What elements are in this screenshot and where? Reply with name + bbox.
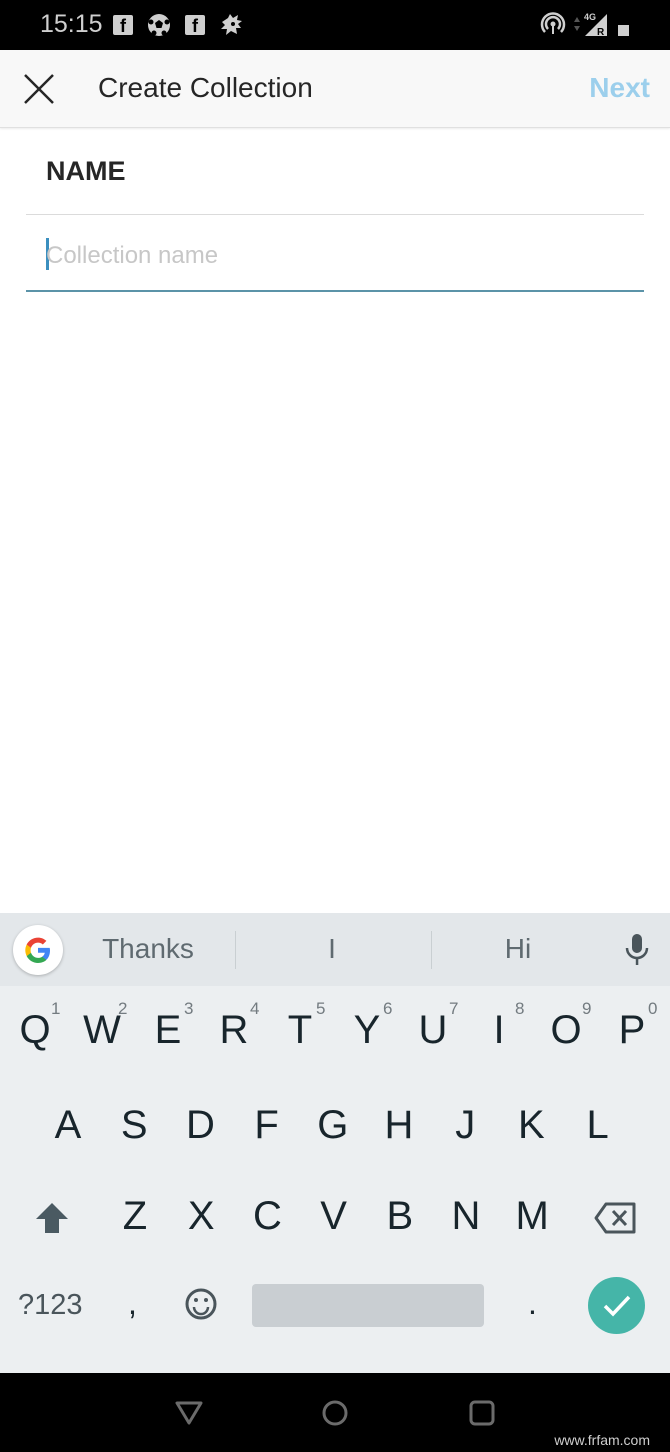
recents-icon bbox=[469, 1400, 495, 1426]
key-d[interactable]: D bbox=[170, 1103, 230, 1148]
comma-key[interactable]: , bbox=[128, 1285, 137, 1322]
suggestion-divider bbox=[235, 931, 236, 969]
checkmark-icon bbox=[603, 1295, 631, 1317]
key-m[interactable]: M bbox=[502, 1194, 562, 1239]
shift-key[interactable] bbox=[34, 1201, 70, 1240]
data-arrows-icon bbox=[573, 14, 581, 38]
key-hint-3: 3 bbox=[184, 999, 194, 1018]
suggestion-strip: Thanks I Hi bbox=[0, 913, 670, 986]
watermark: www.frfam.com bbox=[554, 1432, 650, 1448]
suggestion-2[interactable]: I bbox=[272, 933, 392, 965]
emoji-key[interactable] bbox=[184, 1287, 218, 1326]
key-a[interactable]: A bbox=[38, 1103, 98, 1148]
key-n[interactable]: N bbox=[436, 1194, 496, 1239]
backspace-icon bbox=[594, 1202, 636, 1234]
key-z[interactable]: Z bbox=[105, 1194, 165, 1239]
key-c[interactable]: C bbox=[237, 1194, 297, 1239]
app-bar: Create Collection Next bbox=[0, 50, 670, 128]
facebook-icon: f bbox=[185, 15, 205, 36]
home-button[interactable] bbox=[321, 1399, 349, 1432]
key-s[interactable]: S bbox=[104, 1103, 164, 1148]
back-button[interactable] bbox=[174, 1399, 204, 1432]
home-icon bbox=[322, 1400, 348, 1426]
next-button[interactable]: Next bbox=[589, 72, 650, 104]
shift-icon bbox=[36, 1203, 68, 1233]
space-bar[interactable] bbox=[252, 1284, 484, 1327]
key-h[interactable]: H bbox=[369, 1103, 429, 1148]
key-hint-5: 5 bbox=[316, 999, 326, 1018]
collection-name-input[interactable] bbox=[46, 234, 626, 278]
sonic-icon bbox=[218, 12, 244, 36]
google-logo-button[interactable] bbox=[13, 925, 63, 975]
signal-icon: 4G R bbox=[583, 10, 609, 38]
key-hint-2: 2 bbox=[118, 999, 128, 1018]
back-icon bbox=[175, 1401, 203, 1425]
backspace-key[interactable] bbox=[594, 1201, 638, 1240]
suggestion-1[interactable]: Thanks bbox=[88, 933, 208, 965]
collection-name-field[interactable] bbox=[26, 230, 644, 292]
page-title: Create Collection bbox=[98, 72, 313, 103]
recents-button[interactable] bbox=[468, 1399, 496, 1432]
enter-key[interactable] bbox=[588, 1277, 645, 1334]
facebook-icon: f bbox=[113, 15, 133, 36]
key-hint-9: 9 bbox=[582, 999, 592, 1018]
soccer-ball-icon bbox=[146, 12, 172, 36]
soft-keyboard: Thanks I Hi Q1W2E3R4T5Y6U7I8O9P0 ASDFGHJ… bbox=[0, 913, 670, 1373]
emoji-icon bbox=[185, 1288, 217, 1320]
status-bar: 15:15 f f 4G R bbox=[0, 0, 670, 50]
key-hint-6: 6 bbox=[383, 999, 393, 1018]
key-hint-8: 8 bbox=[515, 999, 525, 1018]
key-j[interactable]: J bbox=[435, 1103, 495, 1148]
battery-icon bbox=[618, 25, 629, 36]
key-f[interactable]: F bbox=[237, 1103, 297, 1148]
roaming-label: R bbox=[597, 27, 605, 38]
microphone-icon bbox=[625, 934, 649, 965]
key-k[interactable]: K bbox=[501, 1103, 561, 1148]
key-hint-1: 1 bbox=[51, 999, 61, 1018]
close-button[interactable] bbox=[22, 72, 56, 106]
key-hint-0: 0 bbox=[648, 999, 658, 1018]
key-hint-4: 4 bbox=[250, 999, 260, 1018]
suggestion-divider bbox=[431, 931, 432, 969]
key-g[interactable]: G bbox=[303, 1103, 363, 1148]
key-x[interactable]: X bbox=[171, 1194, 231, 1239]
microphone-button[interactable] bbox=[624, 933, 650, 972]
status-time: 15:15 bbox=[40, 10, 103, 38]
key-hint-7: 7 bbox=[449, 999, 459, 1018]
key-v[interactable]: V bbox=[304, 1194, 364, 1239]
suggestion-3[interactable]: Hi bbox=[458, 933, 578, 965]
navigation-bar: www.frfam.com bbox=[0, 1373, 670, 1452]
key-l[interactable]: L bbox=[568, 1103, 628, 1148]
network-label: 4G bbox=[584, 12, 596, 22]
hotspot-icon bbox=[540, 12, 566, 36]
symbols-key[interactable]: ?123 bbox=[18, 1289, 83, 1322]
divider bbox=[26, 214, 644, 215]
close-icon bbox=[24, 74, 54, 104]
period-key[interactable]: . bbox=[528, 1285, 537, 1322]
key-b[interactable]: B bbox=[370, 1194, 430, 1239]
name-section-label: NAME bbox=[46, 156, 126, 186]
google-icon bbox=[25, 937, 50, 963]
